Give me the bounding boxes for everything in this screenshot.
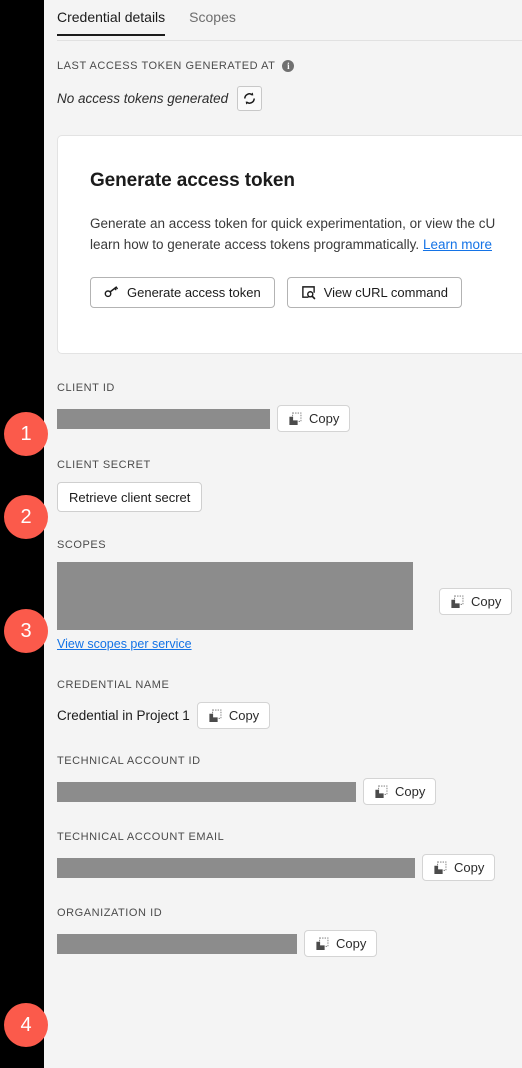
token-status-text: No access tokens generated	[57, 91, 229, 106]
refresh-icon	[244, 92, 256, 105]
client-id-redacted-value	[57, 408, 270, 429]
annotation-badge-1: 1	[4, 412, 48, 456]
view-scopes-per-service-link[interactable]: View scopes per service	[57, 637, 192, 651]
copy-icon	[375, 785, 388, 798]
copy-organization-id-label: Copy	[336, 936, 367, 951]
key-icon	[104, 286, 118, 298]
copy-scopes-label: Copy	[471, 594, 502, 609]
scopes-redacted-value	[57, 562, 413, 630]
technical-account-email-redacted-value	[57, 857, 415, 878]
field-organization-id: ORGANIZATION ID Copy	[44, 907, 522, 957]
organization-id-label: ORGANIZATION ID	[57, 907, 163, 919]
technical-account-email-value-row: Copy	[57, 854, 522, 881]
copy-client-id-label: Copy	[309, 411, 340, 426]
copy-icon	[316, 937, 329, 950]
credential-name-value: Credential in Project 1	[57, 708, 190, 723]
tab-scopes-label: Scopes	[189, 9, 236, 25]
learn-more-link[interactable]: Learn more	[423, 237, 492, 252]
info-icon[interactable]: i	[282, 60, 295, 72]
field-technical-account-id: TECHNICAL ACCOUNT ID Copy	[44, 755, 522, 805]
copy-credential-name-button[interactable]: Copy	[196, 702, 271, 729]
tab-bar-divider	[57, 40, 522, 41]
view-curl-command-label: View cURL command	[323, 285, 448, 300]
organization-id-value-row: Copy	[57, 930, 522, 957]
annotation-badge-3: 3	[4, 609, 48, 653]
copy-technical-account-email-label: Copy	[454, 860, 485, 875]
copy-scopes-button[interactable]: Copy	[439, 588, 513, 615]
copy-client-id-button[interactable]: Copy	[277, 405, 351, 432]
last-access-token-section: LAST ACCESS TOKEN GENERATED AT i No acce…	[44, 60, 522, 111]
retrieve-client-secret-button[interactable]: Retrieve client secret	[57, 482, 203, 512]
field-client-id: CLIENT ID Copy	[44, 382, 522, 432]
code-inspect-icon	[301, 286, 315, 300]
generate-access-token-label: Generate access token	[127, 285, 261, 300]
token-status-row: No access tokens generated	[57, 86, 522, 111]
field-scopes: SCOPES Copy View scopes per service	[44, 539, 522, 653]
copy-icon	[451, 595, 464, 608]
organization-id-redacted-value	[57, 933, 297, 954]
content-pane: Credential details Scopes LAST ACCESS TO…	[44, 0, 522, 1068]
credential-name-label: CREDENTIAL NAME	[57, 679, 170, 691]
technical-account-id-value-row: Copy	[57, 778, 522, 805]
copy-credential-name-label: Copy	[228, 708, 260, 723]
scopes-label: SCOPES	[57, 539, 107, 551]
generate-access-token-button[interactable]: Generate access token	[90, 277, 275, 308]
card-description-line1: Generate an access token for quick exper…	[90, 216, 496, 231]
scopes-value-row: Copy	[57, 562, 522, 630]
copy-icon	[289, 412, 302, 425]
card-description: Generate an access token for quick exper…	[90, 213, 522, 255]
tab-credential-details-label: Credential details	[57, 9, 166, 25]
field-credential-name: CREDENTIAL NAME Credential in Project 1 …	[44, 679, 522, 729]
last-access-token-label: LAST ACCESS TOKEN GENERATED AT	[57, 60, 276, 72]
tab-credential-details[interactable]: Credential details	[57, 0, 166, 36]
last-access-token-label-row: LAST ACCESS TOKEN GENERATED AT i	[57, 60, 522, 72]
annotation-badge-2: 2	[4, 495, 48, 539]
technical-account-id-label: TECHNICAL ACCOUNT ID	[57, 755, 201, 767]
technical-account-id-redacted-value	[57, 781, 356, 802]
copy-technical-account-email-button[interactable]: Copy	[422, 854, 496, 881]
card-actions: Generate access token View cURL command	[90, 277, 522, 308]
field-technical-account-email: TECHNICAL ACCOUNT EMAIL Copy	[44, 831, 522, 881]
copy-icon	[209, 709, 222, 722]
client-id-label: CLIENT ID	[57, 382, 115, 394]
field-client-secret: CLIENT SECRET Retrieve client secret	[44, 459, 522, 512]
card-title: Generate access token	[90, 170, 295, 191]
credential-name-value-row: Credential in Project 1 Copy	[57, 702, 522, 729]
technical-account-email-label: TECHNICAL ACCOUNT EMAIL	[57, 831, 225, 843]
copy-technical-account-id-button[interactable]: Copy	[363, 778, 437, 805]
view-curl-command-button[interactable]: View cURL command	[286, 277, 462, 308]
tab-bar: Credential details Scopes	[44, 0, 522, 41]
generate-token-card: Generate access token Generate an access…	[57, 135, 522, 354]
client-secret-value-row: Retrieve client secret	[57, 482, 522, 512]
copy-technical-account-id-label: Copy	[395, 784, 426, 799]
copy-icon	[434, 861, 447, 874]
annotation-badge-4: 4	[4, 1003, 48, 1047]
client-id-value-row: Copy	[57, 405, 522, 432]
screen-root: Credential details Scopes LAST ACCESS TO…	[0, 0, 522, 1068]
tab-scopes[interactable]: Scopes	[189, 0, 236, 25]
client-secret-label: CLIENT SECRET	[57, 459, 151, 471]
refresh-token-button[interactable]	[237, 86, 263, 111]
card-description-line2: learn how to generate access tokens prog…	[90, 237, 420, 252]
copy-organization-id-button[interactable]: Copy	[304, 930, 378, 957]
